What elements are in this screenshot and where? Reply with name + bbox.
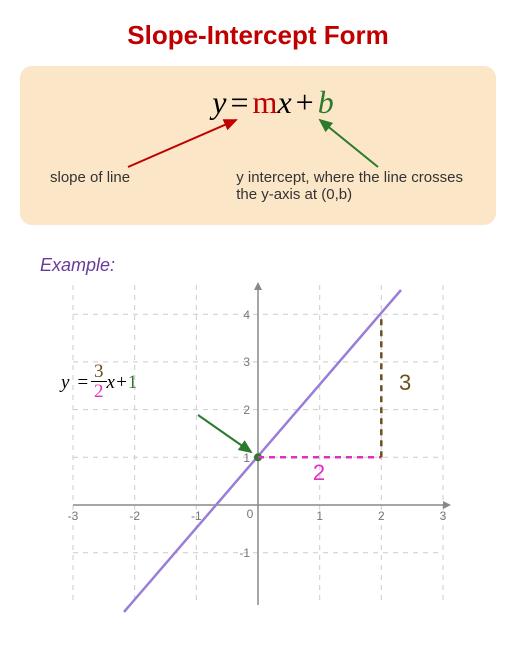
example-equation: y =32x+1 <box>61 364 137 403</box>
var-y: y <box>212 84 226 120</box>
eq-const: 1 <box>128 372 138 393</box>
example-label: Example: <box>40 255 476 276</box>
run-label: 2 <box>313 460 325 485</box>
graph-container: -3 -2 -1 1 2 3 0 -1 1 2 3 4 <box>43 280 473 620</box>
eq-equals: = <box>74 372 91 393</box>
ytick-3: 3 <box>243 355 250 369</box>
xtick-3: 3 <box>440 509 447 523</box>
var-m: m <box>253 84 278 120</box>
var-x: x <box>277 84 291 120</box>
xtick-neg3: -3 <box>68 509 79 523</box>
xtick-neg2: -2 <box>129 509 140 523</box>
var-b: b <box>318 84 334 120</box>
slope-intercept-formula: y=mx+b <box>40 84 476 121</box>
formula-box: y=mx+b slope of line y intercept, where … <box>20 66 496 225</box>
intercept-label: y intercept, where the line crosses the … <box>236 169 476 203</box>
ytick-2: 2 <box>243 403 250 417</box>
ytick-neg1: -1 <box>239 546 250 560</box>
eq-lhs: y <box>61 372 69 393</box>
origin-label: 0 <box>247 507 254 521</box>
xtick-1: 1 <box>316 509 323 523</box>
eq-denominator: 2 <box>91 382 107 401</box>
ytick-4: 4 <box>243 308 250 322</box>
equals-sign: = <box>227 84 253 120</box>
slope-label: slope of line <box>40 169 224 203</box>
eq-plus: + <box>115 372 128 393</box>
xtick-2: 2 <box>378 509 385 523</box>
rise-label: 3 <box>399 370 411 395</box>
intercept-arrow <box>198 415 251 452</box>
eq-numerator: 3 <box>91 362 107 382</box>
coordinate-graph: -3 -2 -1 1 2 3 0 -1 1 2 3 4 <box>43 280 473 620</box>
example-section: Example: <box>20 245 496 630</box>
eq-var: x <box>107 372 115 393</box>
page-title: Slope-Intercept Form <box>20 20 496 51</box>
ytick-1: 1 <box>243 451 250 465</box>
plotted-line <box>124 290 401 612</box>
xtick-neg1: -1 <box>191 509 202 523</box>
plus-sign: + <box>292 84 318 120</box>
eq-fraction: 32 <box>91 362 107 401</box>
annotation-labels: slope of line y intercept, where the lin… <box>40 169 476 203</box>
